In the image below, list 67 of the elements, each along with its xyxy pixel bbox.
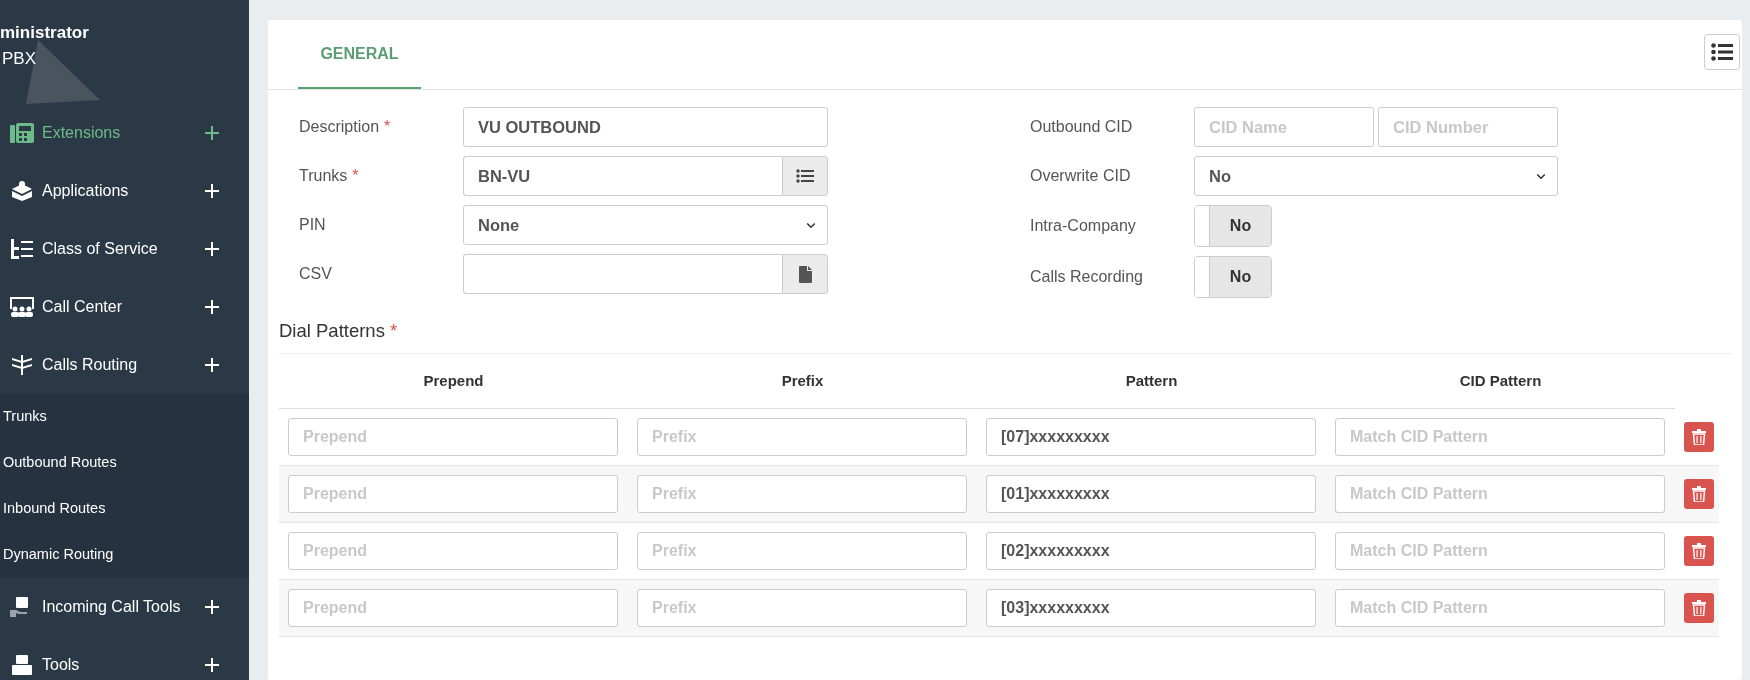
plus-icon: [205, 242, 219, 256]
field-label: PIN: [299, 215, 327, 235]
select-field[interactable]: No: [1194, 156, 1558, 196]
sidebar-item[interactable]: Call Center: [0, 278, 249, 336]
text-field[interactable]: VU OUTBOUND: [463, 107, 828, 147]
sidebar-item[interactable]: Incoming Call Tools: [0, 578, 249, 636]
user-role: PBX: [2, 47, 37, 70]
file-icon: [798, 265, 812, 283]
people-board-icon: [10, 297, 34, 317]
trash-icon: [1692, 428, 1706, 445]
required-mark: *: [384, 117, 391, 137]
sidebar-subitem[interactable]: Dynamic Routing: [0, 532, 249, 578]
delete-button[interactable]: [1684, 478, 1714, 509]
browse-button[interactable]: [782, 254, 828, 294]
sidebar-item[interactable]: Class of Service: [0, 220, 249, 278]
field-label: Outbound CID: [1030, 117, 1134, 137]
pattern-field[interactable]: [01]xxxxxxxxx: [986, 474, 1316, 513]
column-header: Pattern: [1124, 370, 1179, 391]
field-label: Trunks: [299, 166, 348, 186]
required-mark: *: [352, 166, 359, 186]
sidebar-item[interactable]: Extensions: [0, 104, 249, 162]
plus-icon: [205, 300, 219, 314]
field-label: Intra-Company: [1030, 216, 1137, 236]
trash-icon: [1692, 485, 1706, 502]
required-mark: *: [389, 320, 398, 341]
sidebar-subitem[interactable]: Trunks: [0, 394, 249, 440]
delete-button[interactable]: [1684, 535, 1714, 566]
menu-button[interactable]: [1704, 34, 1740, 70]
plus-icon: [205, 600, 219, 614]
field-label: Description: [299, 117, 380, 137]
delete-button[interactable]: [1684, 592, 1714, 623]
sidebar-subitem[interactable]: Inbound Routes: [0, 486, 249, 532]
pattern-field[interactable]: [07]xxxxxxxxx: [986, 417, 1316, 456]
plus-icon: [205, 184, 219, 198]
picker-field[interactable]: BN-VU: [463, 156, 782, 196]
plus-icon: [205, 358, 219, 372]
file-field[interactable]: [463, 254, 782, 294]
section-title: Dial Patterns: [279, 320, 385, 341]
toggle-switch[interactable]: No: [1194, 205, 1272, 247]
select-field[interactable]: None: [463, 205, 828, 245]
hierarchy-list-icon: [10, 239, 34, 259]
field-label: Calls Recording: [1030, 267, 1144, 287]
user-name: ministrator: [0, 22, 89, 44]
column-header: Prepend: [422, 370, 485, 391]
delete-button[interactable]: [1684, 421, 1714, 452]
sidebar-subitem[interactable]: Outbound Routes: [0, 440, 249, 486]
box-icon: [10, 181, 34, 201]
sidebar-item[interactable]: Applications: [0, 162, 249, 220]
field-label: Overwrite CID: [1030, 166, 1132, 186]
signpost-icon: [10, 355, 34, 375]
list-icon: [1711, 43, 1733, 61]
sidebar-item[interactable]: Calls Routing: [0, 336, 249, 394]
toolbox-icon: [10, 655, 34, 675]
plus-icon: [205, 658, 219, 672]
pattern-field[interactable]: [03]xxxxxxxxx: [986, 588, 1316, 627]
toggle-switch[interactable]: No: [1194, 256, 1272, 298]
trash-icon: [1692, 542, 1706, 559]
list-icon: [796, 169, 814, 183]
column-header: Prefix: [780, 370, 825, 391]
sidebar-item[interactable]: Tools: [0, 636, 249, 680]
list-button[interactable]: [782, 156, 828, 196]
desk-phone-icon: [10, 123, 34, 143]
pattern-field[interactable]: [02]xxxxxxxxx: [986, 531, 1316, 570]
column-header: CID Pattern: [1458, 370, 1543, 391]
field-label: CSV: [299, 264, 333, 284]
plus-icon: [205, 126, 219, 140]
trash-icon: [1692, 599, 1706, 616]
